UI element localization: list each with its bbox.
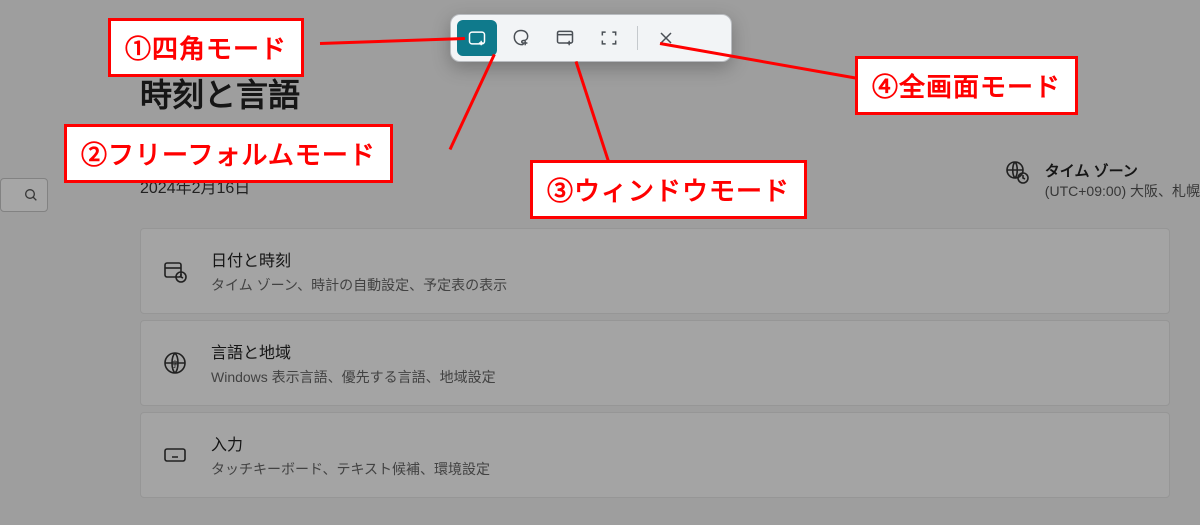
globe-clock-icon [1005, 160, 1029, 184]
card-language-region[interactable]: 字 言語と地域 Windows 表示言語、優先する言語、地域設定 [140, 320, 1170, 406]
window-snip-icon [555, 28, 575, 48]
fullscreen-mode-button[interactable] [589, 20, 629, 56]
search-input[interactable] [0, 178, 48, 212]
annotation-2: ②フリーフォルムモード [64, 124, 393, 183]
freeform-mode-button[interactable] [501, 20, 541, 56]
card-title: 日付と時刻 [211, 247, 507, 271]
card-title: 言語と地域 [211, 339, 496, 363]
card-input[interactable]: 入力 タッチキーボード、テキスト候補、環境設定 [140, 412, 1170, 498]
close-button[interactable] [646, 20, 686, 56]
toolbar-separator [637, 26, 638, 50]
language-icon: 字 [163, 351, 187, 375]
freeform-snip-icon [511, 28, 531, 48]
card-sub: Windows 表示言語、優先する言語、地域設定 [211, 367, 496, 387]
timezone-title: タイム ゾーン [1045, 160, 1200, 181]
card-date-time[interactable]: 日付と時刻 タイム ゾーン、時計の自動設定、予定表の表示 [140, 228, 1170, 314]
fullscreen-snip-icon [599, 28, 619, 48]
settings-cards: 日付と時刻 タイム ゾーン、時計の自動設定、予定表の表示 字 言語と地域 Win… [140, 228, 1170, 498]
annotation-4: ④全画面モード [855, 56, 1078, 115]
annotation-3: ③ウィンドウモード [530, 160, 807, 219]
annotation-1: ①四角モード [108, 18, 304, 77]
card-sub: タッチキーボード、テキスト候補、環境設定 [211, 459, 490, 479]
card-title: 入力 [211, 431, 490, 455]
svg-text:字: 字 [171, 359, 179, 369]
rectangle-snip-icon [467, 28, 487, 48]
window-mode-button[interactable] [545, 20, 585, 56]
card-sub: タイム ゾーン、時計の自動設定、予定表の表示 [211, 275, 507, 295]
keyboard-icon [163, 443, 187, 467]
calendar-clock-icon [163, 259, 187, 283]
search-icon [23, 187, 39, 203]
timezone-value: (UTC+09:00) 大阪、札幌 [1045, 181, 1200, 201]
timezone-block[interactable]: タイム ゾーン (UTC+09:00) 大阪、札幌 [1005, 160, 1200, 201]
